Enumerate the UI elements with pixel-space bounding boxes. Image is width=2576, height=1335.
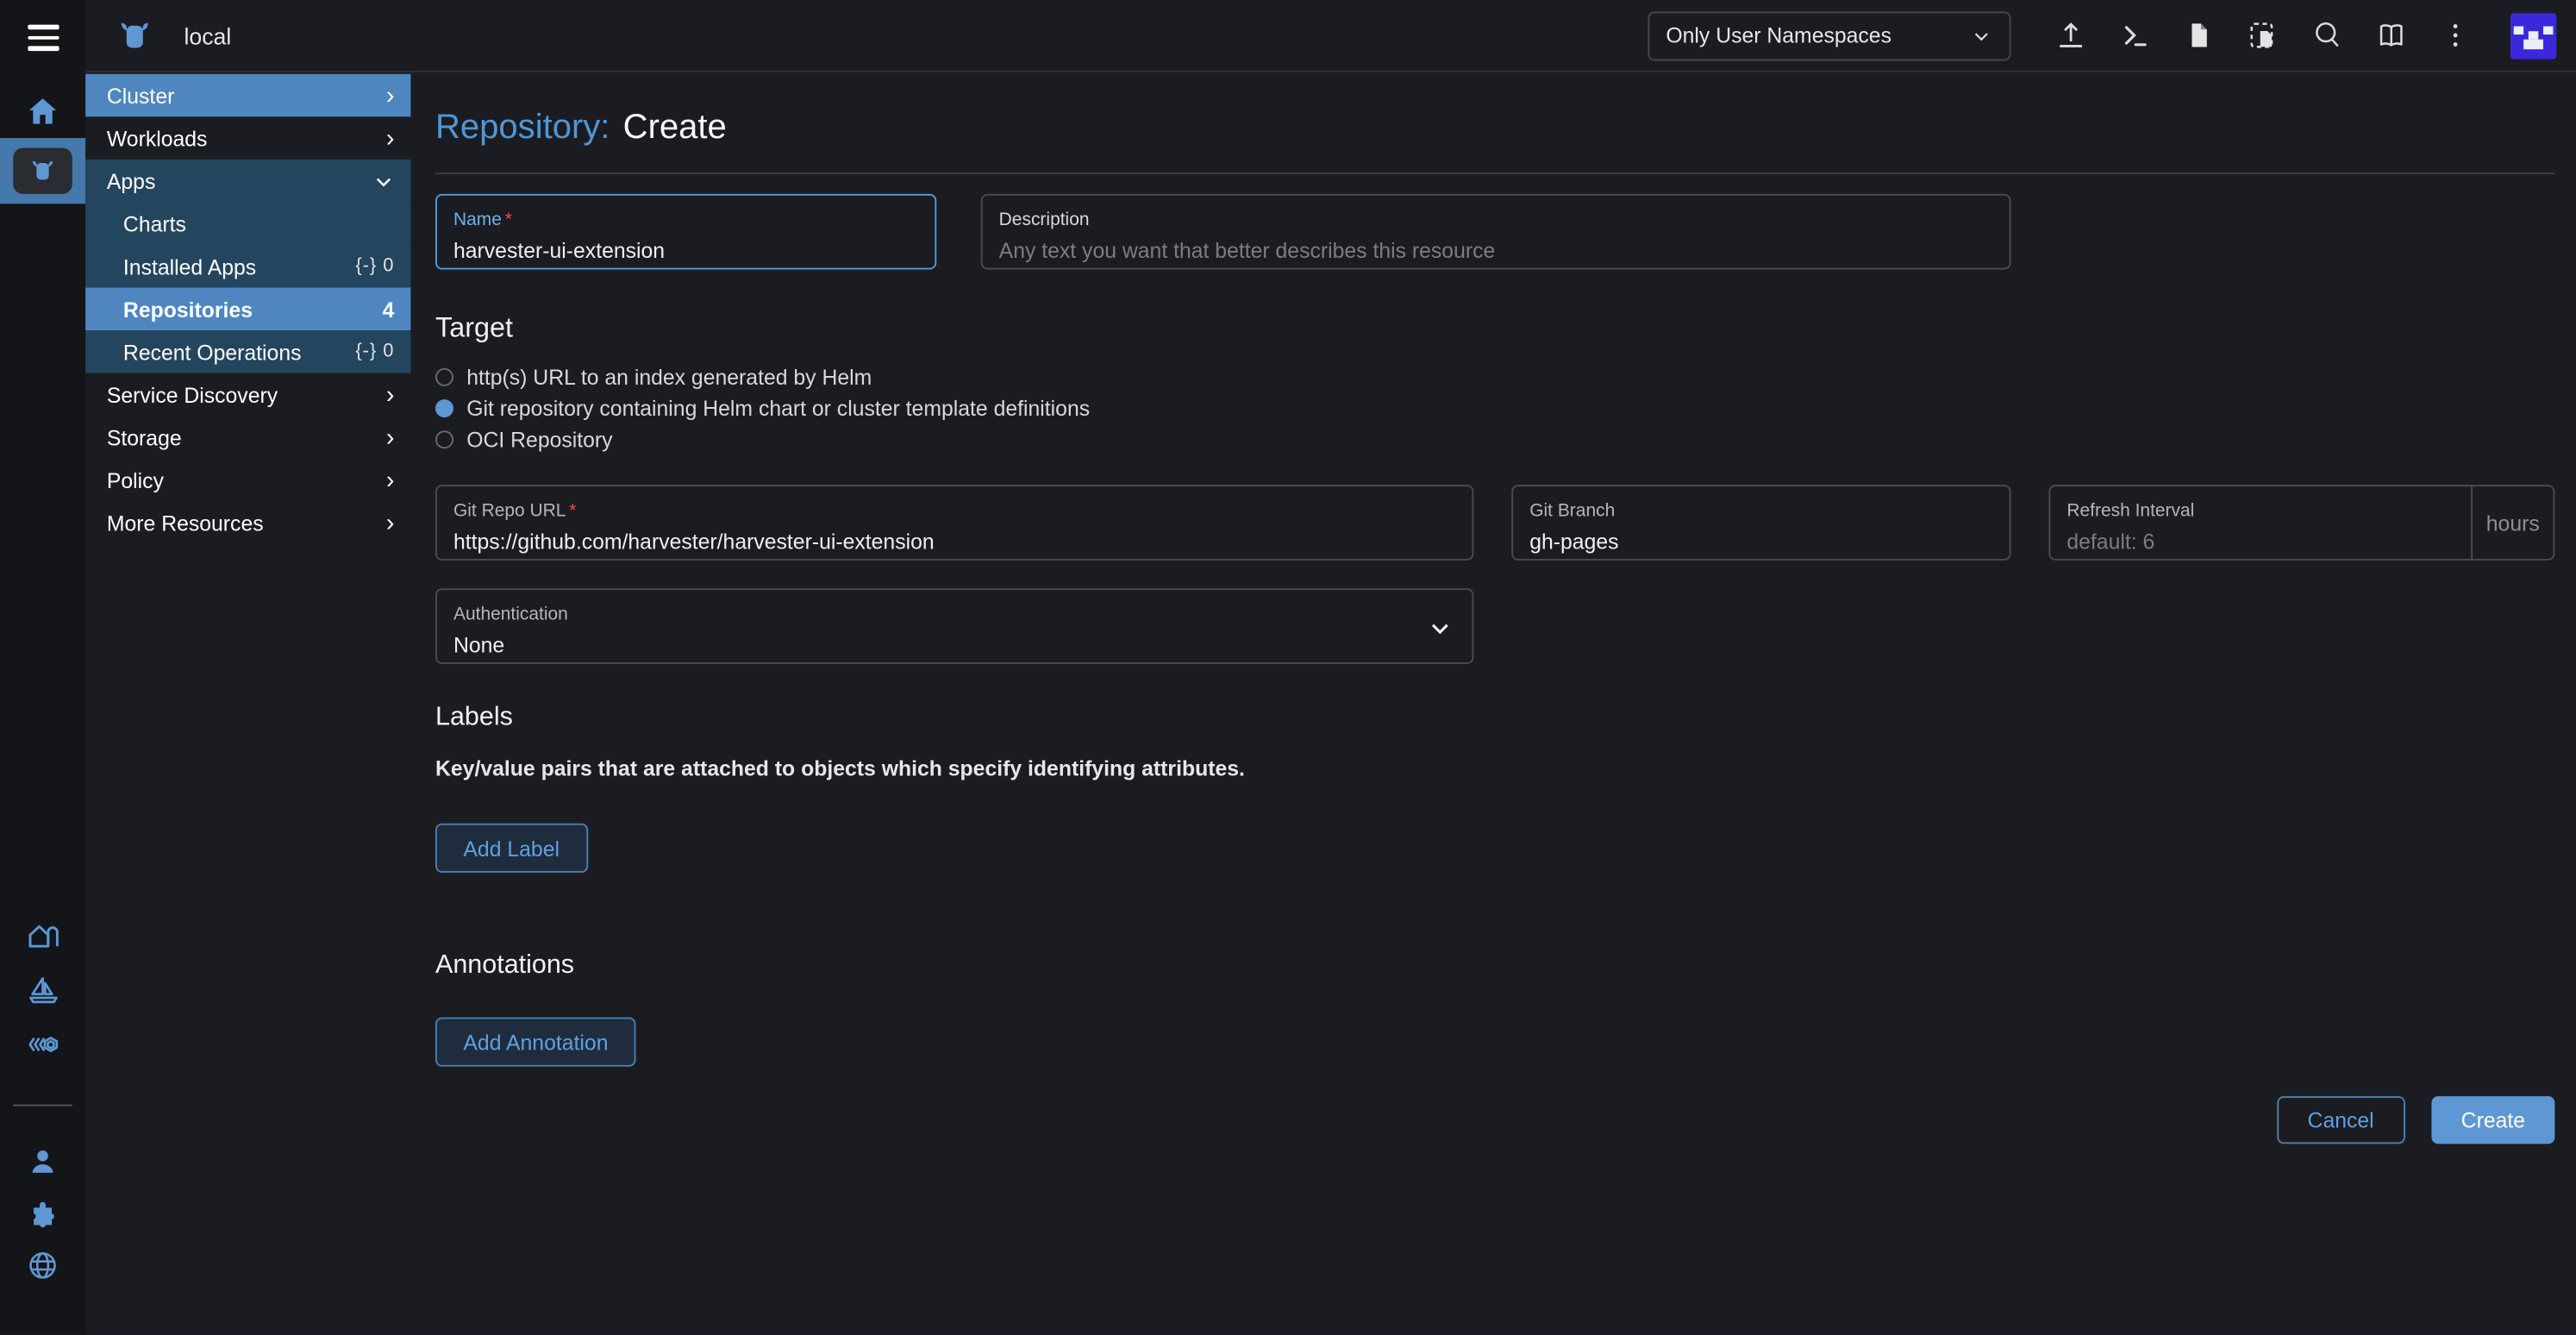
add-annotation-button[interactable]: Add Annotation xyxy=(435,1018,636,1067)
sidebar-item-more-resources[interactable]: More Resources› xyxy=(85,501,410,544)
git-branch-field[interactable]: Git Branch xyxy=(1511,485,2010,561)
chevron-right-icon: › xyxy=(386,467,395,492)
user-icon[interactable] xyxy=(0,1142,85,1181)
name-input[interactable] xyxy=(453,238,918,263)
count-badge: {-} 0 xyxy=(355,256,394,276)
cluster-local-icon[interactable] xyxy=(0,138,85,204)
cluster-name: local xyxy=(184,22,231,48)
chevron-right-icon: › xyxy=(386,511,395,536)
chevron-right-icon: › xyxy=(386,382,395,407)
sidebar-item-installed-apps[interactable]: Installed Apps {-} 0 xyxy=(85,245,410,288)
authentication-value: None xyxy=(453,633,1455,658)
page-title-kind: Repository: xyxy=(435,109,610,147)
chevron-down-icon xyxy=(1428,617,1453,642)
refresh-interval-input[interactable]: default: 6 xyxy=(2066,530,2454,555)
page-title: Repository: Create xyxy=(435,109,2554,148)
rail-divider xyxy=(13,1105,72,1106)
radio-selected-icon xyxy=(435,399,453,417)
sidebar-item-charts[interactable]: Charts xyxy=(85,202,410,245)
harvester-icon[interactable] xyxy=(0,915,85,955)
user-avatar[interactable] xyxy=(2510,12,2556,58)
chevron-down-icon xyxy=(1970,24,1993,47)
namespace-filter-dropdown[interactable]: Only User Namespaces xyxy=(1648,10,2010,60)
copy-kubeconfig-icon[interactable] xyxy=(2242,16,2282,55)
download-kubeconfig-icon[interactable] xyxy=(2179,16,2218,55)
home-icon[interactable] xyxy=(0,92,85,132)
sidebar-item-policy[interactable]: Policy› xyxy=(85,459,410,502)
sidebar-item-storage[interactable]: Storage› xyxy=(85,416,410,459)
chevron-down-icon xyxy=(373,170,395,191)
sidebar-nav: Cluster› Workloads› Apps Charts Installe… xyxy=(85,72,410,1335)
sidebar-item-service-discovery[interactable]: Service Discovery› xyxy=(85,373,410,417)
create-button[interactable]: Create xyxy=(2431,1096,2554,1144)
sidebar-item-cluster[interactable]: Cluster› xyxy=(85,74,410,117)
page-title-action: Create xyxy=(623,109,727,147)
top-bar: local Only User Namespaces xyxy=(85,0,2576,72)
name-field[interactable]: Name* xyxy=(435,194,936,270)
hamburger-menu-icon[interactable] xyxy=(0,20,85,56)
radio-git-repository[interactable]: Git repository containing Helm chart or … xyxy=(435,392,2554,423)
refresh-interval-unit: hours xyxy=(2471,486,2553,559)
chevron-right-icon: › xyxy=(386,425,395,450)
chevron-right-icon: › xyxy=(386,126,395,151)
sidebar-item-repositories[interactable]: Repositories 4 xyxy=(85,287,410,330)
name-label: Name* xyxy=(453,210,512,230)
git-branch-input[interactable] xyxy=(1529,530,1992,555)
cancel-button[interactable]: Cancel xyxy=(2276,1096,2405,1144)
git-repo-url-input[interactable] xyxy=(453,530,1455,555)
namespace-filter-value: Only User Namespaces xyxy=(1666,23,1891,48)
radio-icon xyxy=(435,368,453,386)
title-divider xyxy=(435,172,2554,174)
rancher-logo-icon xyxy=(115,16,154,55)
required-asterisk: * xyxy=(505,210,512,230)
target-radio-group: http(s) URL to an index generated by Hel… xyxy=(435,361,2554,455)
topbar-actions xyxy=(2050,16,2474,55)
sidebar-item-recent-operations[interactable]: Recent Operations {-} 0 xyxy=(85,330,410,373)
fleet-icon[interactable] xyxy=(0,969,85,1009)
cow-icon xyxy=(13,148,72,194)
refresh-interval-label: Refresh Interval xyxy=(2066,501,2194,521)
labels-heading: Labels xyxy=(435,704,2554,733)
docs-icon[interactable] xyxy=(2371,16,2410,55)
radio-oci-repository[interactable]: OCI Repository xyxy=(435,424,2554,455)
sidebar-item-workloads[interactable]: Workloads› xyxy=(85,116,410,160)
description-field[interactable]: Description xyxy=(981,194,2011,270)
authentication-select[interactable]: Authentication None xyxy=(435,588,1473,664)
search-icon[interactable] xyxy=(2307,16,2347,55)
refresh-interval-field[interactable]: Refresh Interval default: 6 hours xyxy=(2048,485,2554,561)
target-heading: Target xyxy=(435,312,2554,345)
description-label: Description xyxy=(999,210,1090,230)
git-repo-url-field[interactable]: Git Repo URL* xyxy=(435,485,1473,561)
git-branch-label: Git Branch xyxy=(1529,501,1615,521)
radio-http-url[interactable]: http(s) URL to an index generated by Hel… xyxy=(435,361,2554,392)
authentication-label: Authentication xyxy=(453,605,568,624)
extensions-icon[interactable] xyxy=(0,1196,85,1236)
kebab-menu-icon[interactable] xyxy=(2435,16,2474,55)
app-window: local Only User Namespaces xyxy=(0,0,2576,1334)
kubectl-shell-icon[interactable] xyxy=(2115,16,2154,55)
chevron-right-icon: › xyxy=(386,83,395,108)
cluster-management-icon[interactable] xyxy=(0,1024,85,1063)
description-input[interactable] xyxy=(999,238,1993,263)
git-repo-url-label: Git Repo URL* xyxy=(453,501,576,521)
main-content: Repository: Create Name* Description Targ… xyxy=(410,72,2576,1335)
count-badge: {-} 0 xyxy=(355,342,394,361)
import-yaml-icon[interactable] xyxy=(2050,16,2090,55)
radio-icon xyxy=(435,430,453,448)
count-badge: 4 xyxy=(383,297,395,322)
left-icon-rail xyxy=(0,0,85,1334)
global-settings-icon[interactable] xyxy=(0,1246,85,1286)
required-asterisk: * xyxy=(569,501,576,521)
labels-description: Key/value pairs that are attached to obj… xyxy=(435,756,2554,781)
form-actions: Cancel Create xyxy=(435,1096,2554,1144)
add-label-button[interactable]: Add Label xyxy=(435,824,587,873)
sidebar-item-apps[interactable]: Apps xyxy=(85,160,410,203)
annotations-heading: Annotations xyxy=(435,951,2554,981)
